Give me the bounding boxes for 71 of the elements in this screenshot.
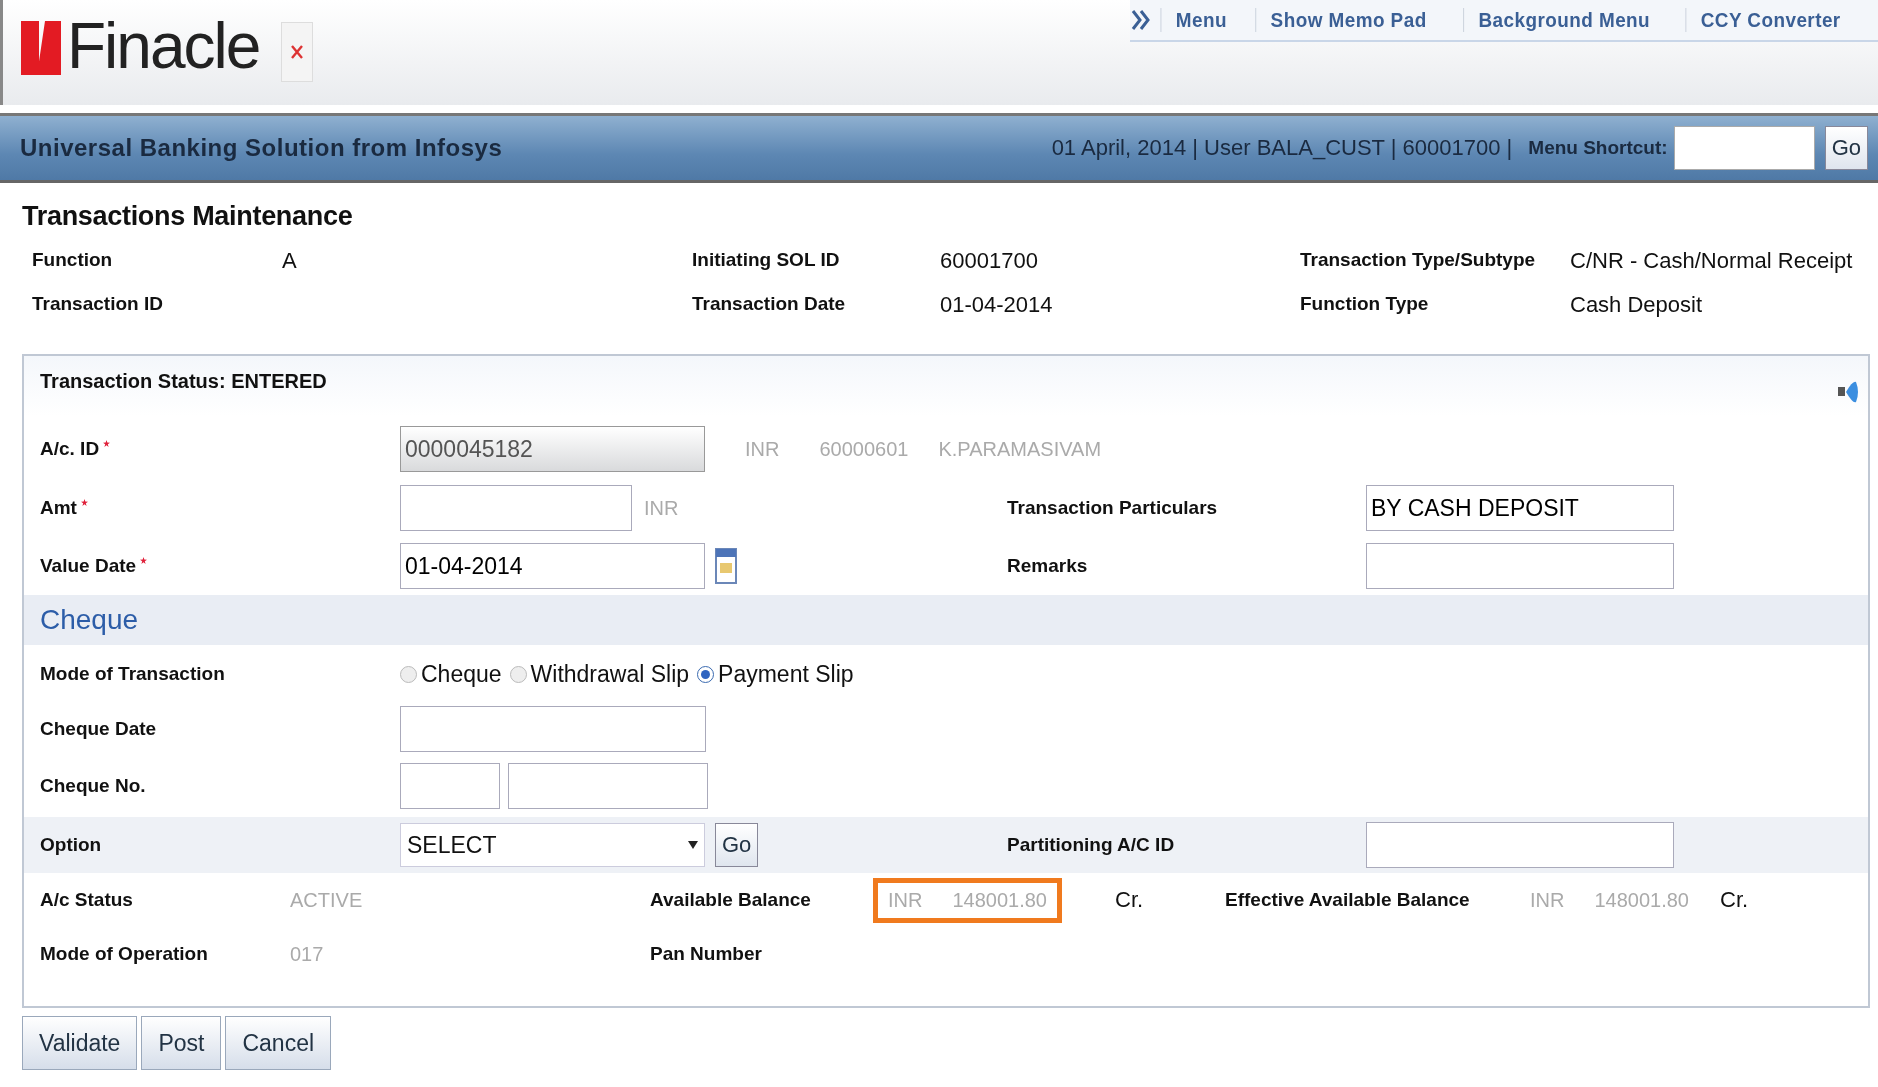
- input-field[interactable]: BY CASH DEPOSIT: [1366, 485, 1674, 531]
- sol-id: 60000601: [819, 437, 909, 461]
- radio-option[interactable]: Cheque: [400, 660, 502, 688]
- top-menu-link[interactable]: Show Memo Pad: [1255, 8, 1442, 32]
- shortcut-label: Menu Shortcut:: [1528, 137, 1668, 159]
- field-label: Initiating SOL ID: [692, 248, 841, 272]
- currency-label: INR: [888, 888, 923, 912]
- balance-amount: 148001.80: [952, 888, 1047, 912]
- input-field[interactable]: [400, 706, 706, 752]
- field-label: Pan Number: [650, 941, 763, 966]
- field-label: Transaction ID: [32, 292, 164, 316]
- option-dropdown[interactable]: SELECT: [400, 823, 705, 867]
- input-field[interactable]: [400, 485, 632, 531]
- field-label: Mode of Operation: [40, 941, 209, 966]
- close-icon[interactable]: [290, 44, 305, 60]
- field-label: Remarks: [1007, 553, 1088, 578]
- field-value: C/NR - Cash/Normal Receipt: [1570, 248, 1854, 274]
- radio-option[interactable]: Payment Slip: [697, 660, 854, 688]
- top-menu-link[interactable]: Menu: [1160, 8, 1241, 32]
- field-label: Transaction Date: [692, 292, 847, 316]
- balance-amount: 148001.80: [1594, 888, 1689, 912]
- field-label: Effective Available Balance: [1225, 887, 1471, 912]
- go-button[interactable]: Go: [715, 823, 759, 867]
- field-value: 017: [290, 942, 325, 966]
- field-label: A/c Status: [40, 887, 134, 912]
- field-label: Cheque Date: [40, 716, 157, 741]
- field-label: Cheque No.: [40, 773, 146, 798]
- field-value: A: [282, 248, 298, 274]
- caret-icon[interactable]: [688, 841, 698, 849]
- currency-label: INR: [644, 496, 679, 520]
- field-label: Option: [40, 832, 102, 857]
- action-button[interactable]: Cancel: [225, 1016, 332, 1070]
- field-value: 60001700: [940, 248, 1039, 274]
- account-name: K.PARAMASIVAM: [938, 437, 1102, 461]
- banner-title: Universal Banking Solution from Infosys: [20, 134, 503, 162]
- section-title: Cheque: [40, 604, 139, 636]
- shortcut-field[interactable]: [1673, 126, 1815, 170]
- field-label: Function Type: [1300, 292, 1430, 316]
- top-menu-link[interactable]: Background Menu: [1463, 8, 1665, 32]
- field-value: 01-04-2014: [940, 292, 1054, 318]
- radio-option[interactable]: Withdrawal Slip: [509, 660, 690, 688]
- input-field[interactable]: [508, 763, 708, 809]
- field-value: ACTIVE: [290, 888, 364, 912]
- input-field[interactable]: [1366, 822, 1674, 868]
- field-label: Amt: [40, 495, 77, 520]
- field-label: Value Date: [40, 553, 137, 578]
- input-field[interactable]: [1366, 543, 1674, 589]
- field-value: Cash Deposit: [1570, 292, 1704, 318]
- close-button[interactable]: [281, 22, 314, 82]
- page-title: Transactions Maintenance: [22, 201, 354, 232]
- logo-text: Finacle: [67, 14, 260, 78]
- input-field[interactable]: [400, 763, 500, 809]
- balance-sign: Cr.: [1720, 887, 1750, 913]
- field-label: Transaction Type/Subtype: [1300, 248, 1537, 272]
- input-field[interactable]: 01-04-2014: [400, 543, 705, 589]
- session-info: 01 April, 2014 | User BALA_CUST | 60001700 |: [1051, 135, 1513, 161]
- field-label: A/c. ID: [40, 436, 100, 461]
- field-label: Mode of Transaction: [40, 661, 225, 686]
- transaction-status: Transaction Status: ENTERED: [40, 370, 327, 393]
- currency-label: INR: [745, 437, 780, 461]
- balance-sign: Cr.: [1115, 887, 1145, 913]
- action-button[interactable]: Post: [141, 1016, 222, 1070]
- go-button[interactable]: Go: [1824, 126, 1868, 170]
- currency-label: INR: [1530, 888, 1565, 912]
- action-button[interactable]: Validate: [22, 1016, 138, 1070]
- field-label: Function: [32, 248, 114, 272]
- field-label: Available Balance: [650, 887, 812, 912]
- field-label: Transaction Particulars: [1007, 495, 1218, 520]
- calendar-icon[interactable]: [715, 547, 737, 585]
- top-menu-link[interactable]: CCY Converter: [1684, 8, 1855, 32]
- field-label: Partitioning A/C ID: [1007, 832, 1175, 857]
